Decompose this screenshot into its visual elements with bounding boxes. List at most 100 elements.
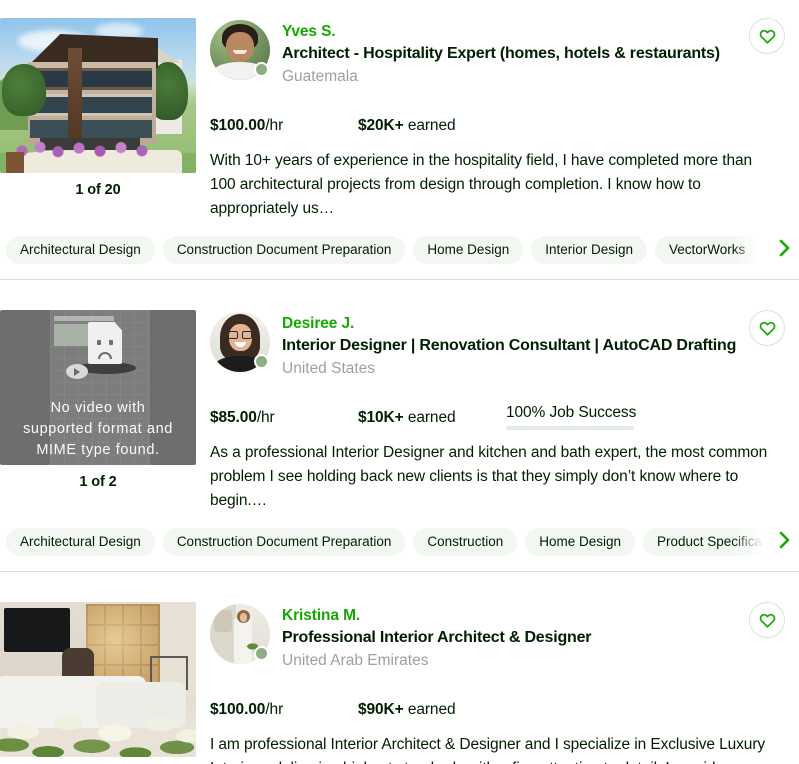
- play-icon: [66, 364, 88, 379]
- freelancer-info: Desiree J. Interior Designer | Renovatio…: [210, 292, 799, 513]
- skill-tag[interactable]: VectorWorks: [655, 236, 760, 264]
- skill-tags-next-button[interactable]: [771, 236, 799, 264]
- hourly-rate: $100.00/hr: [210, 117, 358, 135]
- heart-icon: [759, 612, 776, 628]
- heart-icon: [759, 28, 776, 44]
- skill-tag[interactable]: Product Specification: [643, 528, 763, 556]
- total-earned: $10K+ earned: [358, 409, 506, 427]
- freelancer-description: As a professional Interior Designer and …: [210, 444, 768, 509]
- online-status-dot: [254, 646, 269, 661]
- avatar[interactable]: [210, 312, 270, 372]
- rate-value: $85.00: [210, 409, 257, 426]
- earned-amount: $20K+: [358, 117, 404, 134]
- freelancer-results-feed: 1 of 20 Yves S. Architect - Hospitality …: [0, 0, 799, 764]
- portfolio-image[interactable]: [0, 18, 196, 173]
- video-error-text: No video with supported format and MIME …: [23, 400, 173, 458]
- portfolio-video[interactable]: No video with supported format and MIME …: [0, 310, 196, 465]
- job-success-score: 100% Job Success: [506, 404, 637, 430]
- sad-document-icon: [88, 322, 122, 364]
- save-to-list-button[interactable]: [749, 310, 785, 346]
- rate-value: $100.00: [210, 117, 266, 134]
- portfolio-image-art: [0, 18, 196, 173]
- job-success-label: 100% Job Success: [506, 404, 637, 421]
- freelancer-card[interactable]: 1 of 20 Yves S. Architect - Hospitality …: [0, 0, 799, 280]
- avatar[interactable]: [210, 604, 270, 664]
- freelancer-card[interactable]: No video with supported format and MIME …: [0, 292, 799, 572]
- rate-unit: /hr: [256, 409, 275, 426]
- portfolio-counter: 1 of 20: [75, 182, 121, 198]
- freelancer-info: Yves S. Architect - Hospitality Expert (…: [210, 0, 799, 221]
- portfolio-image[interactable]: [0, 602, 196, 757]
- portfolio-media-column: 1 of 56: [0, 584, 210, 764]
- card-spacer: [0, 280, 799, 292]
- freelancer-identity: Yves S. Architect - Hospitality Expert (…: [282, 20, 785, 87]
- chevron-right-icon: [778, 239, 792, 262]
- freelancer-name[interactable]: Kristina M.: [282, 606, 785, 626]
- freelancer-header: Yves S. Architect - Hospitality Expert (…: [210, 20, 785, 87]
- freelancer-description: I am professional Interior Architect & D…: [210, 736, 766, 764]
- freelancer-header: Kristina M. Professional Interior Archit…: [210, 604, 785, 671]
- skill-tag[interactable]: Construction: [413, 528, 518, 556]
- freelancer-description: With 10+ years of experience in the hosp…: [210, 152, 753, 217]
- hourly-rate: $85.00/hr: [210, 409, 358, 427]
- skill-tags-scroller[interactable]: Architectural Design Construction Docume…: [6, 528, 763, 556]
- card-spacer: [0, 572, 799, 584]
- freelancer-stats: $100.00/hr $90K+ earned: [210, 689, 785, 719]
- job-success-bar: [506, 426, 634, 430]
- freelancer-card-body: 1 of 56 Kristina M. Professional Interio…: [0, 584, 799, 764]
- earned-label: earned: [403, 117, 456, 134]
- portfolio-media-column: No video with supported format and MIME …: [0, 292, 210, 490]
- skill-tag[interactable]: Architectural Design: [6, 236, 155, 264]
- total-earned: $90K+ earned: [358, 701, 506, 719]
- skill-tag[interactable]: Home Design: [413, 236, 524, 264]
- rate-unit: /hr: [265, 701, 284, 718]
- portfolio-counter: 1 of 56: [0, 757, 196, 764]
- freelancer-card-body: 1 of 20 Yves S. Architect - Hospitality …: [0, 0, 799, 221]
- skill-tag[interactable]: Construction Document Preparation: [162, 236, 406, 264]
- heart-icon: [759, 320, 776, 336]
- card-divider: [0, 571, 799, 572]
- save-to-list-button[interactable]: [749, 18, 785, 54]
- freelancer-location: Guatemala: [282, 68, 358, 85]
- freelancer-card[interactable]: 1 of 56 Kristina M. Professional Interio…: [0, 584, 799, 764]
- freelancer-header: Desiree J. Interior Designer | Renovatio…: [210, 312, 785, 379]
- portfolio-counter: 1 of 2: [79, 474, 117, 490]
- hourly-rate: $100.00/hr: [210, 701, 358, 719]
- earned-label: earned: [403, 409, 456, 426]
- portfolio-media-column: 1 of 20: [0, 0, 210, 198]
- chevron-right-icon: [778, 531, 792, 554]
- freelancer-location: United States: [282, 360, 376, 377]
- freelancer-title: Architect - Hospitality Expert (homes, h…: [282, 45, 720, 62]
- save-to-list-button[interactable]: [749, 602, 785, 638]
- freelancer-location: United Arab Emirates: [282, 652, 429, 669]
- online-status-dot: [254, 62, 269, 77]
- video-error-placeholder: No video with supported format and MIME …: [0, 310, 196, 465]
- rate-value: $100.00: [210, 701, 266, 718]
- total-earned: $20K+ earned: [358, 117, 506, 135]
- freelancer-title: Professional Interior Architect & Design…: [282, 629, 592, 646]
- skill-tag[interactable]: Architectural Design: [6, 528, 155, 556]
- skill-tags-row: Architectural Design Construction Docume…: [0, 221, 799, 279]
- rate-unit: /hr: [265, 117, 284, 134]
- skill-tag[interactable]: Home Design: [525, 528, 636, 556]
- freelancer-name[interactable]: Yves S.: [282, 22, 785, 42]
- skill-tags-scroller[interactable]: Architectural Design Construction Docume…: [6, 236, 763, 264]
- freelancer-stats: $85.00/hr $10K+ earned 100% Job Success: [210, 397, 785, 430]
- freelancer-identity: Kristina M. Professional Interior Archit…: [282, 604, 785, 671]
- freelancer-name[interactable]: Desiree J.: [282, 314, 785, 334]
- freelancer-info: Kristina M. Professional Interior Archit…: [210, 584, 799, 764]
- card-divider: [0, 279, 799, 280]
- freelancer-identity: Desiree J. Interior Designer | Renovatio…: [282, 312, 785, 379]
- freelancer-title: Interior Designer | Renovation Consultan…: [282, 337, 737, 354]
- earned-amount: $90K+: [358, 701, 404, 718]
- skill-tags-next-button[interactable]: [771, 528, 799, 556]
- freelancer-card-body: No video with supported format and MIME …: [0, 292, 799, 513]
- earned-amount: $10K+: [358, 409, 404, 426]
- earned-label: earned: [403, 701, 456, 718]
- skill-tag[interactable]: Interior Design: [531, 236, 648, 264]
- avatar[interactable]: [210, 20, 270, 80]
- skill-tag[interactable]: Construction Document Preparation: [162, 528, 406, 556]
- freelancer-stats: $100.00/hr $20K+ earned: [210, 105, 785, 135]
- skill-tags-row: Architectural Design Construction Docume…: [0, 513, 799, 571]
- online-status-dot: [254, 354, 269, 369]
